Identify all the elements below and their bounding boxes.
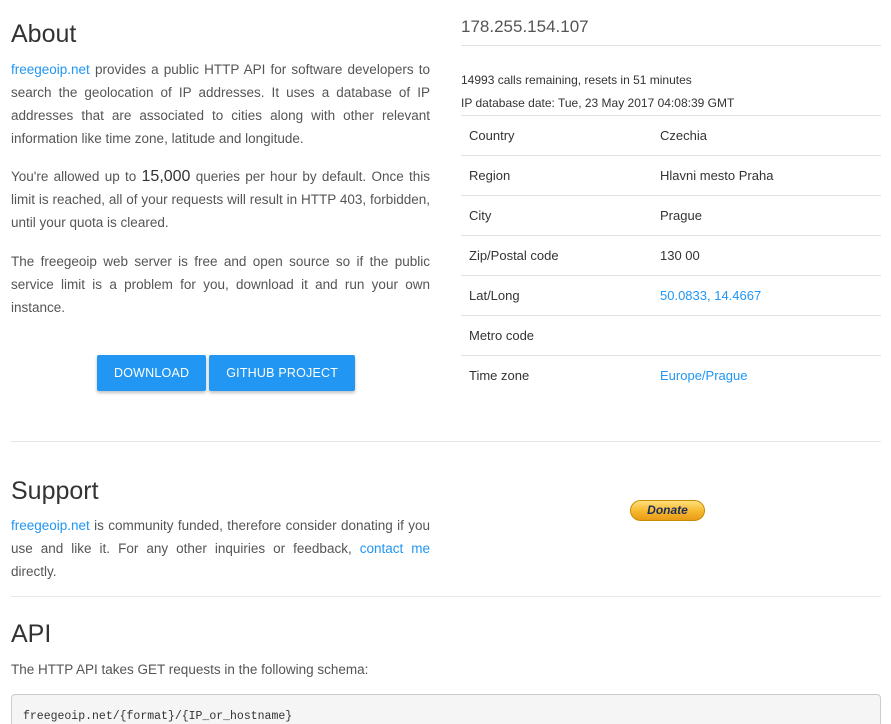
row-key: Country: [461, 115, 660, 156]
table-row: Zip/Postal code 130 00: [461, 235, 881, 276]
row-value: Prague: [660, 195, 881, 236]
row-key: Zip/Postal code: [461, 235, 660, 276]
support-title: Support: [11, 477, 99, 505]
freegeoip-link[interactable]: freegeoip.net: [11, 518, 90, 533]
row-value: [660, 315, 881, 356]
geo-table: Country Czechia Region Hlavni mesto Prah…: [461, 115, 881, 396]
contact-me-link[interactable]: contact me: [360, 541, 430, 556]
api-title: API: [11, 620, 52, 648]
database-date: IP database date: Tue, 23 May 2017 04:08…: [461, 96, 735, 110]
row-key: Metro code: [461, 315, 660, 356]
row-key: Time zone: [461, 355, 660, 396]
api-schema-code: freegeoip.net/{format}/{IP_or_hostname}: [11, 694, 881, 724]
row-value: 130 00: [660, 235, 881, 276]
table-row: Metro code: [461, 315, 881, 356]
quota-text-pre: You're allowed up to: [11, 169, 142, 184]
row-key: Lat/Long: [461, 275, 660, 316]
action-buttons: DOWNLOAD GITHUB PROJECT: [97, 355, 356, 391]
ip-address: 178.255.154.107: [461, 17, 589, 36]
ip-divider: [461, 45, 881, 46]
calls-remaining: 14993 calls remaining, resets in 51 minu…: [461, 73, 692, 87]
quota-number: 15,000: [141, 168, 191, 185]
support-text-end: directly.: [11, 564, 57, 579]
row-key: City: [461, 195, 660, 236]
about-paragraph-3: The freegeoip web server is free and ope…: [11, 254, 430, 315]
table-row: City Prague: [461, 195, 881, 236]
row-value: Czechia: [660, 115, 881, 156]
api-intro: The HTTP API takes GET requests in the f…: [11, 662, 369, 677]
table-row: Lat/Long 50.0833, 14.4667: [461, 275, 881, 316]
table-row: Time zone Europe/Prague: [461, 355, 881, 396]
row-key: Region: [461, 155, 660, 196]
table-row: Region Hlavni mesto Praha: [461, 155, 881, 196]
latlong-link[interactable]: 50.0833, 14.4667: [660, 288, 761, 303]
row-value: 50.0833, 14.4667: [660, 275, 881, 316]
section-divider: [11, 441, 881, 442]
github-project-button[interactable]: GITHUB PROJECT: [209, 355, 356, 391]
section-divider: [11, 596, 881, 597]
timezone-link[interactable]: Europe/Prague: [660, 368, 747, 383]
table-row: Country Czechia: [461, 115, 881, 156]
download-button[interactable]: DOWNLOAD: [97, 355, 207, 391]
row-value: Hlavni mesto Praha: [660, 155, 881, 196]
about-paragraph-2: You're allowed up to 15,000 queries per …: [11, 165, 430, 234]
row-value: Europe/Prague: [660, 355, 881, 396]
about-title: About: [11, 20, 77, 48]
about-paragraph-1: freegeoip.net provides a public HTTP API…: [11, 58, 430, 150]
donate-button[interactable]: Donate: [630, 500, 705, 521]
support-paragraph: freegeoip.net is community funded, there…: [11, 514, 430, 583]
freegeoip-link[interactable]: freegeoip.net: [11, 62, 90, 77]
